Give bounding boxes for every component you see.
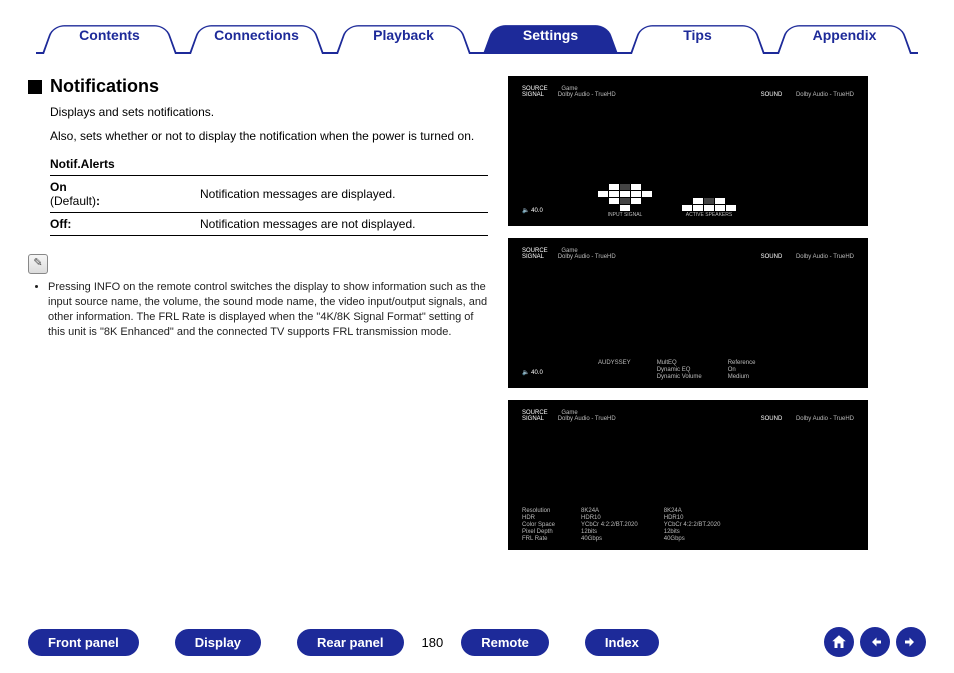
osd-signal-value: Dolby Audio - TrueHD [558,254,616,260]
tab-tips[interactable]: Tips [624,18,771,52]
option-on-colon: : [96,194,100,208]
osd-sound-label: SOUND [761,254,783,260]
osd-aud-r2: On [728,367,756,373]
option-off-label: Off: [50,217,71,231]
osd-signal-value: Dolby Audio - TrueHD [558,92,616,98]
osd-sound-value: Dolby Audio - TrueHD [796,416,854,422]
osd-v-c2d: 12bits [581,529,638,535]
osd-signal-map: INPUT SIGNAL ACTIVE SPEAKERS [598,184,736,218]
next-page-button[interactable] [896,627,926,657]
intro-line-1: Displays and sets notifications. [50,105,488,119]
nav-index-button[interactable]: Index [585,629,659,656]
page-number: 180 [404,635,462,650]
tab-contents[interactable]: Contents [36,18,183,52]
tab-label: Appendix [781,18,908,52]
tab-playback[interactable]: Playback [330,18,477,52]
osd-aud-l2: Dynamic EQ [657,367,702,373]
osd-v-c2c: YCbCr 4:2:2/BT.2020 [581,522,638,528]
nav-remote-button[interactable]: Remote [461,629,549,656]
home-icon [830,633,848,651]
section-title-text: Notifications [50,76,159,97]
tab-connections[interactable]: Connections [183,18,330,52]
arrow-left-icon [866,633,884,651]
osd-v-c3c: YCbCr 4:2:2/BT.2020 [664,522,721,528]
osd-v-c3b: HDR10 [664,515,721,521]
osd-v-c3d: 12bits [664,529,721,535]
osd-aud-r3: Medium [728,374,756,380]
option-off-desc: Notification messages are not displayed. [200,213,488,236]
osd-volume-value: 40.0 [531,208,543,214]
osd-signal-label: SIGNAL [522,254,544,260]
osd-audyssey-label: AUDYSSEY [598,360,631,366]
osd-volume-value: 40.0 [531,370,543,376]
option-row-on: On (Default): Notification messages are … [50,176,488,213]
osd-v-c3e: 40Gbps [664,536,721,542]
osd-aud-r1: Reference [728,360,756,366]
option-on-default: (Default) [50,194,96,208]
tab-label: Contents [46,18,173,52]
osd-aud-l3: Dynamic Volume [657,374,702,380]
tab-settings[interactable]: Settings [477,18,624,52]
osd-v-c1b: HDR [522,515,555,521]
option-on-label: On [50,180,67,194]
osd-preview-signals: SOURCE Game SIGNAL Dolby Audio - TrueHD … [508,76,868,226]
tab-appendix[interactable]: Appendix [771,18,918,52]
osd-v-c1e: FRL Rate [522,536,555,542]
osd-sound-label: SOUND [761,416,783,422]
nav-rear-panel-button[interactable]: Rear panel [297,629,403,656]
options-table: On (Default): Notification messages are … [50,175,488,236]
nav-display-button[interactable]: Display [175,629,261,656]
osd-aud-l1: MultEQ [657,360,702,366]
prev-page-button[interactable] [860,627,890,657]
section-heading: Notifications [28,76,488,97]
osd-sound-label: SOUND [761,92,783,98]
tab-label: Settings [487,18,614,52]
nav-front-panel-button[interactable]: Front panel [28,629,139,656]
intro-line-2: Also, sets whether or not to display the… [50,129,488,143]
osd-v-c1a: Resolution [522,508,555,514]
osd-preview-video: SOURCE Game SIGNAL Dolby Audio - TrueHD … [508,400,868,550]
osd-v-c2b: HDR10 [581,515,638,521]
osd-volume: 🔈 40.0 [522,369,543,376]
osd-v-c1c: Color Space [522,522,555,528]
osd-signal-label: SIGNAL [522,416,544,422]
osd-preview-audyssey: SOURCE Game SIGNAL Dolby Audio - TrueHD … [508,238,868,388]
osd-v-c1d: Pixel Depth [522,529,555,535]
tab-label: Connections [193,18,320,52]
osd-signal-label: SIGNAL [522,92,544,98]
option-group-heading: Notif.Alerts [50,157,488,171]
tab-label: Tips [634,18,761,52]
note-list: Pressing INFO on the remote control swit… [36,280,488,339]
osd-sound-value: Dolby Audio - TrueHD [796,92,854,98]
tab-label: Playback [340,18,467,52]
osd-v-c2e: 40Gbps [581,536,638,542]
osd-active-caption: ACTIVE SPEAKERS [686,212,732,218]
note-icon: ✎ [28,254,48,274]
osd-v-c3a: 8K24A [664,508,721,514]
home-button[interactable] [824,627,854,657]
square-bullet-icon [28,80,42,94]
footer-bar: Front panel Display Rear panel 180 Remot… [28,627,926,657]
arrow-right-icon [902,633,920,651]
osd-signal-value: Dolby Audio - TrueHD [558,416,616,422]
osd-input-caption: INPUT SIGNAL [608,212,643,218]
option-row-off: Off: Notification messages are not displ… [50,213,488,236]
top-tabs: Contents Connections Playback Settings T… [36,18,918,54]
osd-volume: 🔈 40.0 [522,207,543,214]
note-text: Pressing INFO on the remote control swit… [48,280,488,339]
option-on-desc: Notification messages are displayed. [200,176,488,213]
osd-sound-value: Dolby Audio - TrueHD [796,254,854,260]
osd-v-c2a: 8K24A [581,508,638,514]
